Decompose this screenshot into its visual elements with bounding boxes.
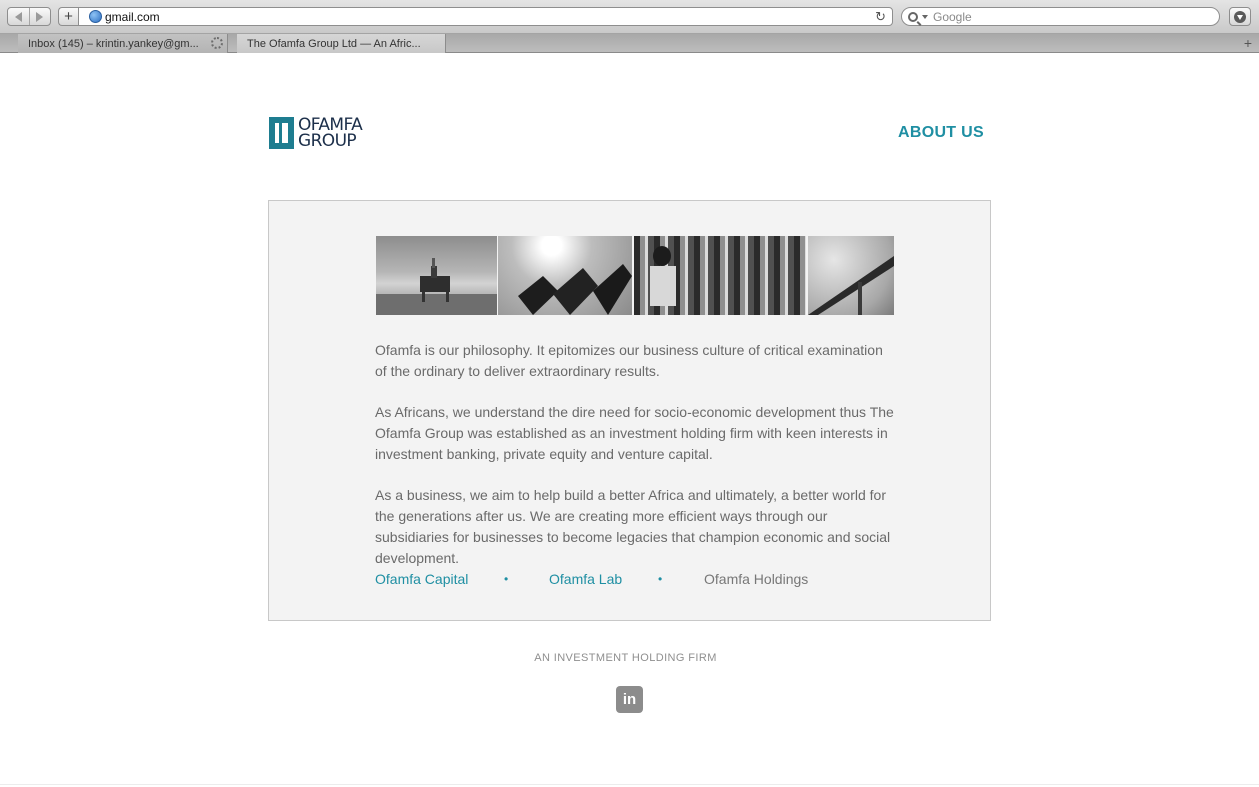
back-arrow-icon — [14, 11, 22, 22]
solar-panels-photo — [498, 236, 632, 315]
link-ofamfa-lab[interactable]: Ofamfa Lab — [549, 569, 622, 590]
forward-button[interactable] — [28, 8, 51, 25]
url-text[interactable]: gmail.com — [105, 10, 160, 24]
nav-about-us[interactable]: ABOUT US — [898, 124, 984, 142]
ofamfa-logo[interactable]: OFAMFA GROUP — [269, 117, 363, 151]
address-bar[interactable]: gmail.com ↻ — [78, 7, 893, 26]
footer-divider — [0, 784, 1259, 785]
globe-icon — [89, 10, 102, 23]
tab-label: Inbox (145) – krintin.yankey@gm... — [28, 37, 199, 50]
separator-dot: • — [658, 572, 663, 586]
tab-bar: Inbox (145) – krintin.yankey@gm... The O… — [0, 34, 1259, 53]
search-placeholder: Google — [933, 9, 972, 24]
tab-inbox[interactable]: Inbox (145) – krintin.yankey@gm... — [18, 34, 228, 53]
highway-bridge-photo — [808, 236, 894, 315]
ofamfa-holdings-label: Ofamfa Holdings — [704, 571, 809, 587]
add-bookmark-button[interactable]: + — [58, 7, 78, 26]
download-icon — [1234, 10, 1246, 23]
browser-toolbar: + gmail.com ↻ Google — [0, 0, 1259, 34]
market-vendor-photo — [634, 236, 806, 315]
forward-arrow-icon — [36, 11, 44, 22]
linkedin-icon[interactable]: in — [616, 686, 643, 713]
back-button[interactable] — [8, 8, 29, 25]
search-icon — [908, 11, 918, 22]
search-input[interactable]: Google — [901, 7, 1220, 26]
search-dropdown-icon[interactable] — [922, 14, 928, 19]
nav-buttons — [7, 7, 51, 26]
new-tab-icon[interactable]: + — [1244, 35, 1252, 51]
loading-spinner-icon — [211, 37, 223, 49]
separator-dot: • — [504, 572, 509, 586]
tab-ofamfa[interactable]: The Ofamfa Group Ltd — An Afric... — [237, 34, 446, 53]
oil-rig-photo — [376, 236, 497, 315]
philosophy-paragraph: Ofamfa is our philosophy. It epitomizes … — [375, 342, 883, 379]
reload-icon[interactable]: ↻ — [875, 10, 886, 23]
logo-wordmark: OFAMFA GROUP — [298, 117, 363, 151]
logo-mark-icon — [269, 117, 294, 149]
establishment-paragraph: As Africans, we understand the dire need… — [375, 404, 894, 462]
mission-paragraph: As a business, we aim to help build a be… — [375, 487, 891, 566]
tab-label: The Ofamfa Group Ltd — An Afric... — [247, 37, 421, 50]
downloads-button[interactable] — [1229, 7, 1251, 26]
link-ofamfa-capital[interactable]: Ofamfa Capital — [375, 569, 468, 590]
footer-tagline: AN INVESTMENT HOLDING FIRM — [534, 652, 717, 664]
logo-line-2: GROUP — [298, 131, 357, 151]
